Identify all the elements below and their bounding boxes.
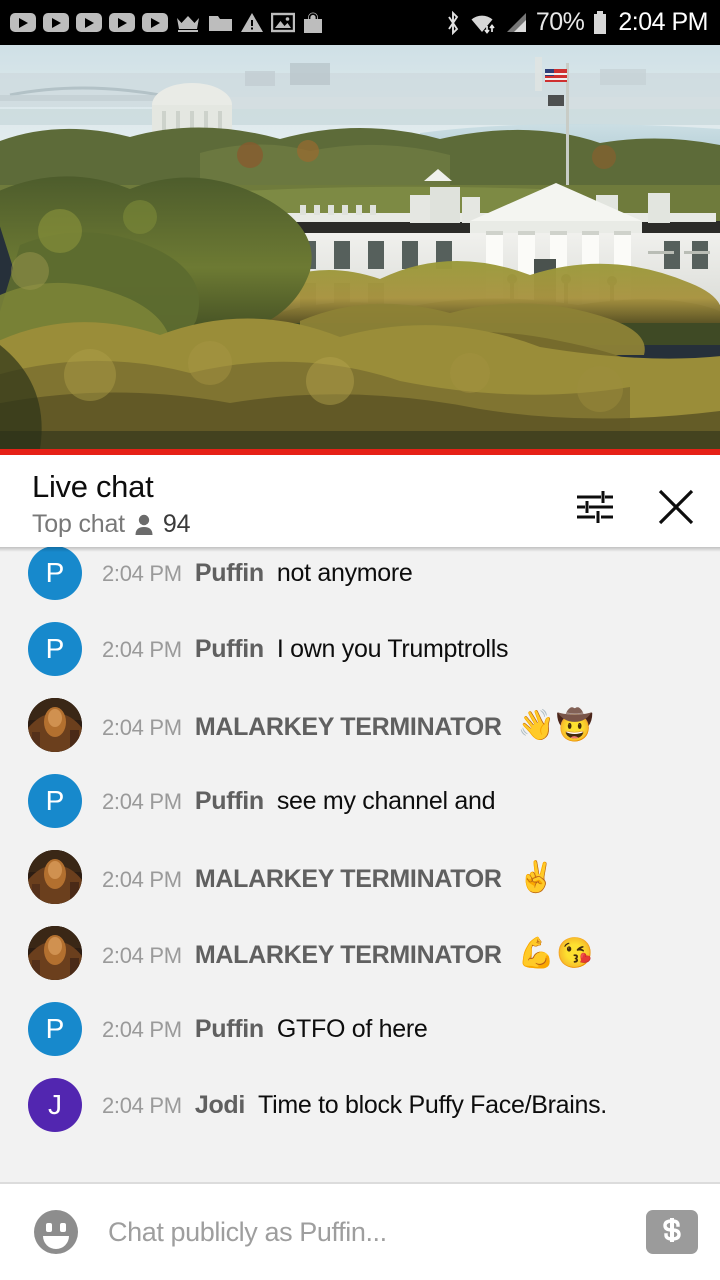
avatar[interactable]: P — [28, 547, 82, 600]
message-text: GTFO of here — [276, 1014, 428, 1043]
warning-icon — [240, 12, 264, 33]
avatar-photo — [28, 926, 82, 980]
avatar-initial: J — [48, 1089, 62, 1120]
message-text: Time to block Puffy Face/Brains. — [258, 1090, 607, 1119]
video-frame — [0, 45, 720, 449]
wifi-icon — [469, 11, 496, 35]
avatar[interactable] — [28, 926, 82, 980]
message-timestamp: 2:04 PM — [102, 942, 182, 968]
message-text: 👋🤠 — [517, 708, 595, 742]
chat-message[interactable]: P 2:04 PM Puffin see my channel and — [0, 763, 720, 839]
chat-input[interactable] — [108, 1216, 646, 1248]
superchat-button[interactable] — [646, 1210, 698, 1254]
chat-subheader: Top chat 94 — [32, 510, 572, 539]
chat-message[interactable]: P 2:04 PM Puffin I own you Trumptrolls — [0, 611, 720, 687]
video-player[interactable] — [0, 45, 720, 449]
message-text: not anymore — [276, 558, 413, 587]
status-bar-system-icons: 70% 2:04 PM — [445, 8, 708, 37]
avatar[interactable] — [28, 698, 82, 752]
message-text: ✌️ — [517, 860, 557, 894]
avatar[interactable]: P — [28, 774, 82, 828]
youtube-play-icon — [142, 13, 168, 32]
message-timestamp: 2:04 PM — [102, 1016, 182, 1042]
chat-settings-button[interactable] — [572, 487, 616, 531]
youtube-play-icon — [10, 13, 36, 32]
avatar-initial: P — [45, 633, 65, 664]
battery-icon — [592, 10, 608, 36]
chat-message[interactable]: J 2:04 PM Jodi Time to block Puffy Face/… — [0, 1067, 720, 1143]
avatar-photo — [28, 850, 82, 904]
message-timestamp: 2:04 PM — [102, 866, 182, 892]
youtube-play-icon — [109, 13, 135, 32]
message-author[interactable]: Puffin — [195, 787, 264, 816]
avatar[interactable] — [28, 850, 82, 904]
message-author[interactable]: Jodi — [195, 1091, 246, 1120]
chat-message-body: 2:04 PM MALARKEY TERMINATOR 💪😘 — [102, 936, 594, 971]
chat-header-actions — [572, 469, 698, 531]
chat-mode-label[interactable]: Top chat — [32, 510, 125, 539]
message-text: 💪😘 — [517, 936, 595, 970]
dollar-sign-icon — [657, 1215, 687, 1250]
message-author[interactable]: Puffin — [195, 635, 264, 664]
chat-message[interactable]: 2:04 PM MALARKEY TERMINATOR 👋🤠 — [0, 687, 720, 763]
battery-percent-label: 70% — [535, 8, 585, 36]
chat-message-list[interactable]: P 2:04 PM Puffin not anymore P 2:04 PM P… — [0, 547, 720, 1182]
message-author[interactable]: MALARKEY TERMINATOR — [195, 865, 502, 894]
chat-message[interactable]: 2:04 PM MALARKEY TERMINATOR ✌️ — [0, 839, 720, 915]
folder-icon — [208, 13, 233, 33]
message-timestamp: 2:04 PM — [102, 788, 182, 814]
message-text: see my channel and — [276, 786, 496, 815]
chat-message-body: 2:04 PM Puffin GTFO of here — [102, 1014, 428, 1044]
message-author[interactable]: MALARKEY TERMINATOR — [195, 713, 502, 742]
chat-message-body: 2:04 PM Puffin I own you Trumptrolls — [102, 635, 508, 664]
message-timestamp: 2:04 PM — [102, 714, 182, 740]
avatar[interactable]: P — [28, 622, 82, 676]
youtube-play-icon — [43, 13, 69, 32]
avatar-initial: P — [45, 1013, 65, 1044]
avatar-initial: P — [45, 785, 65, 816]
close-icon — [654, 485, 698, 534]
chat-message-body: 2:04 PM Puffin see my channel and — [102, 786, 496, 816]
chat-message-body: 2:04 PM MALARKEY TERMINATOR 👋🤠 — [102, 708, 594, 743]
message-timestamp: 2:04 PM — [102, 560, 182, 586]
message-text: I own you Trumptrolls — [276, 634, 509, 663]
chat-message-body: 2:04 PM Jodi Time to block Puffy Face/Br… — [102, 1091, 607, 1120]
cellular-signal-icon — [504, 11, 528, 34]
status-bar-notification-icons — [10, 11, 445, 34]
live-chat-header: Live chat Top chat 94 — [0, 455, 720, 547]
message-author[interactable]: MALARKEY TERMINATOR — [195, 941, 502, 970]
avatar[interactable]: P — [28, 1002, 82, 1056]
avatar-photo — [28, 698, 82, 752]
crown-icon — [175, 13, 201, 33]
message-author[interactable]: Puffin — [195, 1015, 264, 1044]
avatar[interactable]: J — [28, 1078, 82, 1132]
chat-message-body: 2:04 PM Puffin not anymore — [102, 559, 413, 588]
avatar-initial: P — [45, 557, 65, 588]
status-bar: 70% 2:04 PM — [0, 0, 720, 45]
shopping-bag-icon — [302, 11, 324, 34]
chat-message[interactable]: P 2:04 PM Puffin GTFO of here — [0, 991, 720, 1067]
page-title: Live chat — [32, 469, 154, 504]
emoji-smiley-icon[interactable] — [30, 1206, 82, 1258]
message-author[interactable]: Puffin — [195, 559, 264, 588]
chat-input-bar — [0, 1184, 720, 1280]
close-chat-button[interactable] — [654, 487, 698, 531]
chat-message[interactable]: 2:04 PM MALARKEY TERMINATOR 💪😘 — [0, 915, 720, 991]
bluetooth-icon — [445, 10, 461, 36]
message-timestamp: 2:04 PM — [102, 1092, 182, 1118]
person-icon — [134, 514, 154, 536]
chat-message-body: 2:04 PM MALARKEY TERMINATOR ✌️ — [102, 860, 556, 895]
chat-message[interactable]: P 2:04 PM Puffin not anymore — [0, 547, 720, 611]
viewer-count: 94 — [162, 510, 191, 538]
message-timestamp: 2:04 PM — [102, 636, 182, 662]
chat-settings-sliders-icon — [573, 487, 615, 532]
youtube-play-icon — [76, 13, 102, 32]
chat-header-titles: Live chat Top chat 94 — [32, 469, 572, 539]
image-icon — [270, 12, 296, 33]
status-bar-clock: 2:04 PM — [618, 8, 708, 36]
